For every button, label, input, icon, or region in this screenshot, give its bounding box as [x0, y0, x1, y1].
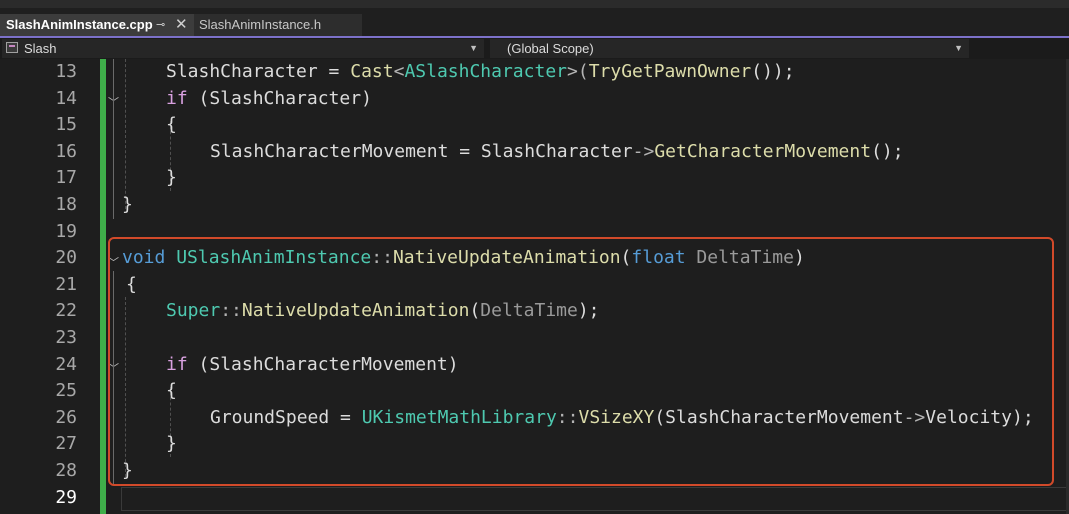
line-number: 16: [55, 140, 77, 162]
code-line: if (SlashCharacter): [166, 88, 372, 109]
code-token: TryGetPawnOwner: [588, 61, 752, 82]
code-token: >(: [567, 61, 589, 82]
code-token: {: [166, 114, 177, 136]
project-dropdown[interactable]: Slash ▼: [2, 39, 484, 58]
project-icon: [6, 42, 18, 53]
line-number: 27: [55, 433, 77, 455]
code-token: <: [393, 61, 405, 82]
code-token: ->: [632, 140, 655, 162]
code-editor[interactable]: 13 14 15 16 17 18 19 20 21 22 23 24 25 26 27 28 29 ﹀ ﹀ ﹀…: [0, 59, 1069, 514]
code-token: ASlashCharacter: [404, 61, 567, 82]
line-number: 28: [55, 460, 77, 481]
line-number: 29: [55, 486, 77, 508]
code-token: ());: [751, 61, 795, 82]
code-token: ();: [871, 140, 904, 162]
code-token: }: [166, 167, 177, 189]
line-number: 25: [55, 380, 77, 402]
code-line: SlashCharacterMovement = SlashCharacter-…: [210, 141, 904, 162]
line-number: 18: [55, 194, 77, 215]
code-token: (SlashCharacter): [187, 87, 372, 109]
code-line: {: [166, 114, 177, 135]
project-label: Slash: [24, 41, 57, 56]
code-token: if: [166, 87, 188, 109]
code-token: }: [122, 194, 133, 215]
line-number: 14: [55, 87, 77, 109]
scope-guide: [113, 59, 114, 219]
code-line: SlashCharacter = Cast<ASlashCharacter>(T…: [166, 61, 795, 82]
navigation-bar: Slash ▼ (Global Scope) ▼: [0, 38, 1069, 59]
line-number: 15: [55, 114, 77, 136]
line-number: 24: [55, 353, 77, 375]
code-token: GetCharacterMovement: [654, 140, 872, 162]
annotation-highlight-box: [108, 237, 1054, 486]
line-number: 26: [55, 406, 77, 428]
code-token: SlashCharacter =: [166, 61, 351, 82]
current-line-highlight: [121, 487, 1069, 511]
tab-slashaniminstance-h[interactable]: SlashAnimInstance.h: [194, 14, 362, 37]
line-number: 21: [55, 273, 77, 295]
tab-label: SlashAnimInstance.cpp: [6, 17, 153, 32]
close-icon[interactable]: ✕: [175, 14, 188, 36]
tab-bar: SlashAnimInstance.cpp ⊸ ✕ SlashAnimInsta…: [0, 8, 1069, 37]
line-number: 22: [55, 300, 77, 322]
tab-label: SlashAnimInstance.h: [199, 17, 322, 32]
line-number: 19: [55, 220, 77, 242]
chevron-down-icon[interactable]: ▼: [954, 39, 963, 58]
code-token: SlashCharacterMovement = SlashCharacter: [210, 140, 633, 162]
line-number: 23: [55, 327, 77, 348]
change-tracking-bar: [100, 59, 106, 514]
indent-guide: [125, 59, 126, 209]
code-line: }: [122, 194, 133, 215]
tab-slashaniminstance-cpp[interactable]: SlashAnimInstance.cpp ⊸ ✕: [0, 14, 195, 37]
title-strip: [0, 0, 1069, 8]
pin-icon[interactable]: ⊸: [156, 14, 165, 36]
line-number: 20: [55, 247, 77, 269]
chevron-down-icon[interactable]: ▼: [469, 39, 478, 58]
indicator-margin: [0, 59, 23, 514]
code-token: Cast: [350, 61, 394, 82]
line-number: 13: [55, 61, 77, 82]
scope-dropdown[interactable]: (Global Scope) ▼: [490, 39, 969, 58]
line-number: 17: [55, 167, 77, 189]
scope-label: (Global Scope): [507, 41, 594, 56]
code-line: }: [166, 167, 177, 188]
